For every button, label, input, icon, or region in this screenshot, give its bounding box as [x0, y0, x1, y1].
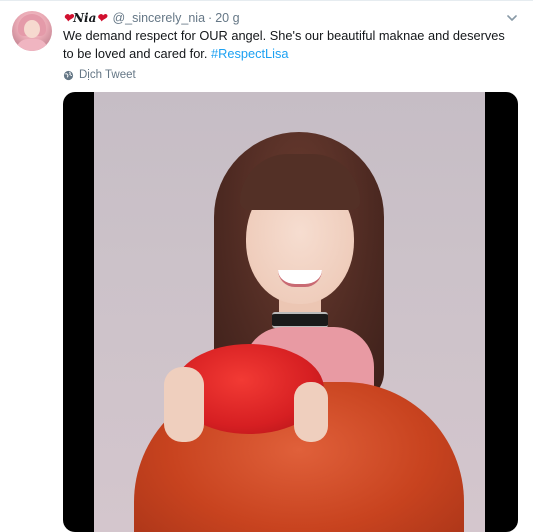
heart-icon: ❤ — [63, 11, 74, 25]
tweet[interactable]: ❤ Nia ❤ @_sincerely_nia · 20 g We demand… — [0, 0, 533, 532]
media-photo — [94, 92, 485, 532]
tweet-text: We demand respect for OUR angel. She's o… — [63, 27, 515, 63]
heart-icon: ❤ — [96, 11, 107, 25]
globe-icon — [63, 70, 74, 80]
chevron-down-icon — [507, 15, 517, 21]
separator-dot: · — [208, 11, 213, 25]
display-name-text: Nia — [73, 11, 97, 25]
avatar[interactable] — [12, 11, 52, 51]
hashtag-link[interactable]: #RespectLisa — [211, 46, 289, 61]
more-options-button[interactable] — [505, 11, 519, 25]
display-name[interactable]: ❤ Nia ❤ — [63, 11, 106, 25]
tweet-header: ❤ Nia ❤ @_sincerely_nia · 20 g — [63, 8, 240, 28]
user-handle[interactable]: @_sincerely_nia — [112, 11, 205, 25]
tweet-media[interactable] — [63, 92, 518, 532]
timestamp[interactable]: 20 g — [215, 11, 239, 25]
translate-tweet-link[interactable]: Dịch Tweet — [63, 69, 136, 81]
translate-label: Dịch Tweet — [79, 69, 136, 81]
